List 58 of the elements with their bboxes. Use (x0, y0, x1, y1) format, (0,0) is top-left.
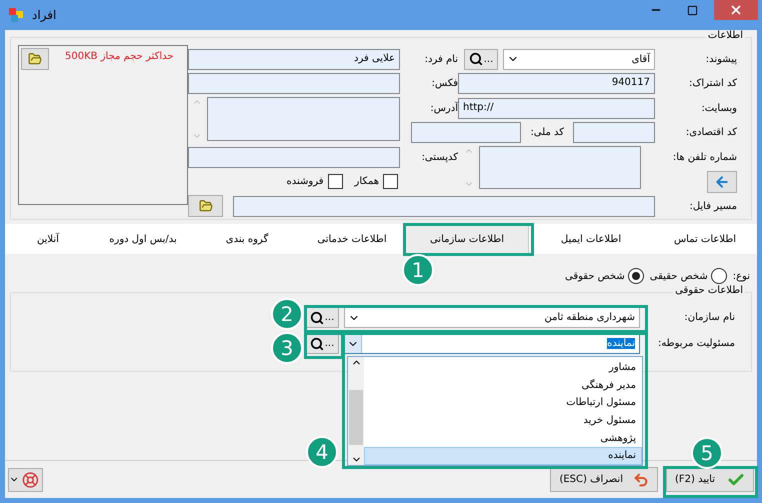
size-note: حداکثر حجم مجاز 500KB (65, 51, 174, 62)
checkbox-label: فروشنده (286, 176, 324, 187)
search-button[interactable]: ... (464, 48, 498, 70)
field-label: مسئولیت مربوطه: (656, 338, 735, 349)
help-button[interactable] (8, 468, 43, 492)
responsibility-combo[interactable]: نماینده (344, 333, 640, 354)
folder-icon (198, 199, 212, 213)
name-field[interactable]: علایی فرد (188, 48, 400, 70)
list-item[interactable]: نماینده (364, 446, 642, 465)
app-icon (8, 7, 24, 23)
radio-label: شخص حقوقی (564, 270, 625, 282)
undo-icon (633, 472, 649, 488)
prefix-combo[interactable]: آقای (503, 48, 655, 70)
search-button[interactable]: ... (305, 307, 339, 328)
folder-icon (28, 52, 42, 66)
field-label: کد اشتراک: (689, 78, 737, 89)
field-label: آدرس: (430, 102, 458, 114)
radio-button[interactable] (628, 268, 644, 284)
cancel-button[interactable]: انصراف (ESC) (550, 467, 658, 492)
radio-label: شخص حقیقی (650, 270, 708, 282)
field-label: شماره تلفن ها: (672, 152, 737, 162)
field-label: وبسایت: (701, 102, 737, 114)
checkbox[interactable] (383, 174, 398, 189)
national-code-field[interactable] (411, 122, 522, 143)
scroll-thumb[interactable] (349, 390, 363, 445)
file-path-field[interactable] (233, 196, 655, 216)
address-field[interactable] (207, 97, 400, 141)
radio-button[interactable] (710, 268, 727, 284)
code-field[interactable]: 940117 (458, 73, 655, 94)
organization-combo[interactable]: شهرداری منطقه ثامن (344, 307, 640, 328)
group-title: اطلاعات (706, 30, 745, 41)
folder-button[interactable] (21, 48, 49, 70)
arrow-button[interactable] (707, 170, 737, 192)
search-icon (468, 52, 483, 66)
search-icon (310, 336, 324, 350)
group-title: اطلاعات حقوقی (673, 285, 745, 296)
field-label: پیشوند: (706, 54, 737, 64)
field-label: مسیر فایل: (689, 200, 737, 212)
field-label: کد ملی: (529, 127, 565, 138)
postal-code-field[interactable] (188, 146, 400, 168)
folder-button[interactable] (188, 195, 223, 217)
economic-code-field[interactable] (573, 122, 655, 143)
checkbox-label: همکار (354, 176, 379, 187)
window-title: افراد (32, 8, 58, 22)
search-icon (310, 310, 324, 324)
field-label: کد اقتصادی: (686, 127, 737, 138)
website-field[interactable]: http:// (458, 98, 655, 118)
close-icon[interactable] (714, 0, 758, 20)
checkbox[interactable] (328, 174, 343, 189)
field-label: کدپستی: (422, 152, 458, 162)
confirm-button[interactable]: تایید (F2) (666, 467, 754, 492)
field-label: فکس: (432, 78, 458, 89)
fax-field[interactable] (188, 73, 400, 94)
field-label: نام فرد: (424, 54, 458, 64)
field-label: نوع: (732, 270, 750, 282)
phones-field[interactable] (479, 146, 641, 189)
field-label: نام سازمان: (683, 312, 735, 323)
lifebuoy-icon (22, 470, 39, 488)
